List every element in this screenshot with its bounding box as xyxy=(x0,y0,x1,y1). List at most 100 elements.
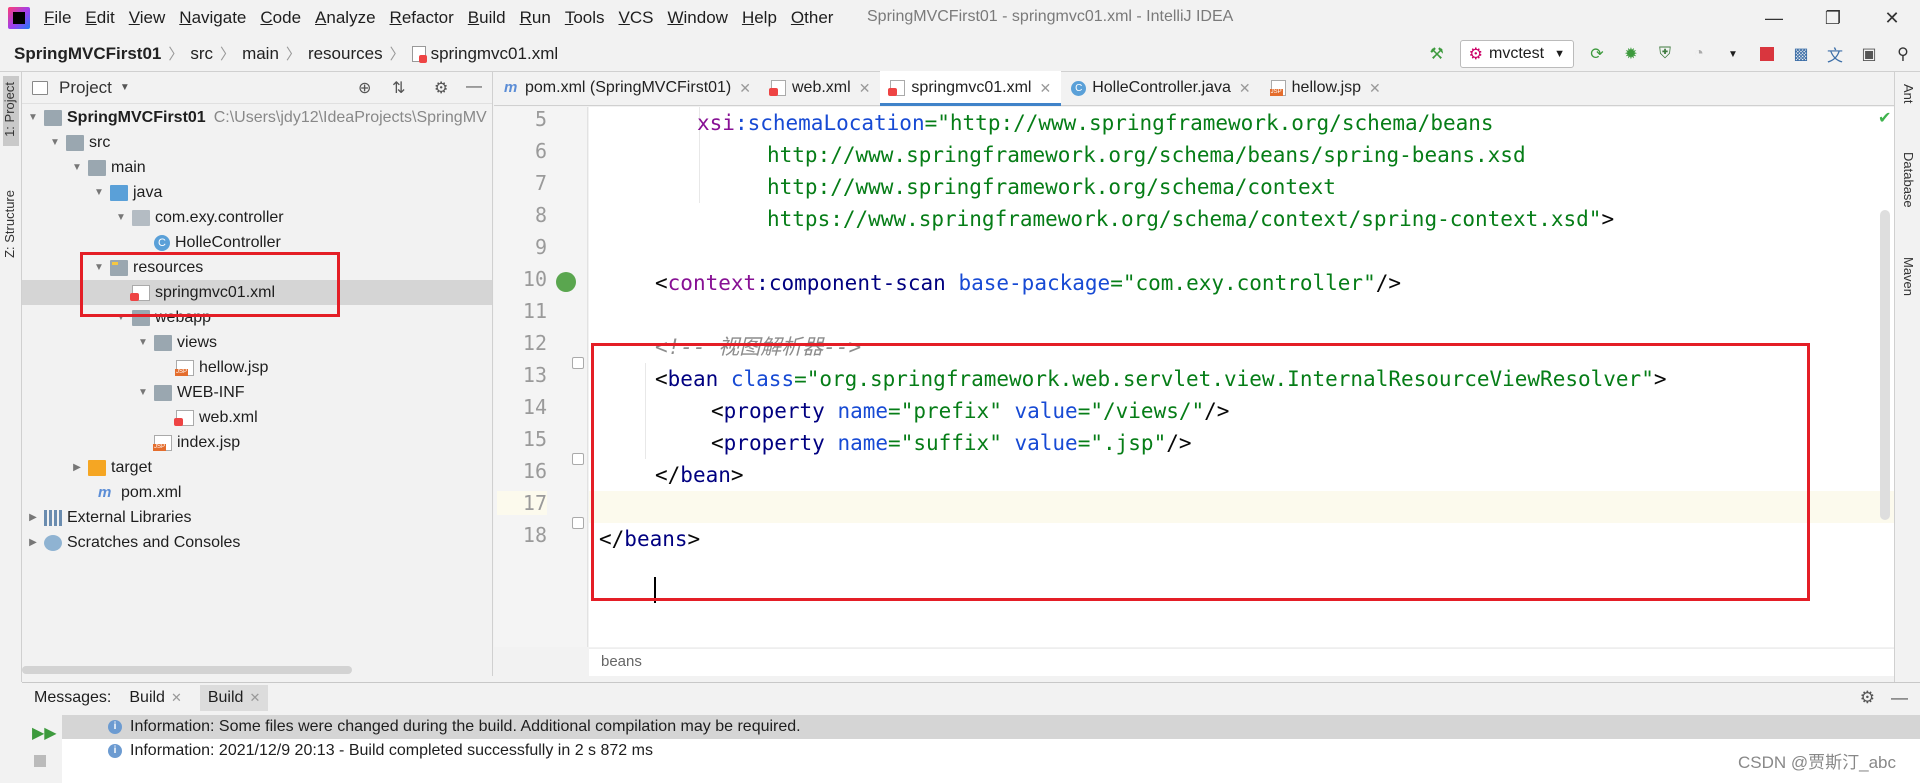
chevron-down-icon[interactable]: ▼ xyxy=(70,162,84,173)
inspection-ok-check-icon[interactable]: ✔ xyxy=(1878,108,1891,128)
tree-row-main[interactable]: ▼ main xyxy=(22,155,492,180)
chevron-down-icon[interactable]: ▼ xyxy=(120,82,130,93)
tree-row-project[interactable]: ▼ SpringMVCFirst01 C:\Users\jdy12\IdeaPr… xyxy=(22,105,492,130)
minimize-icon[interactable]: — xyxy=(1762,6,1786,30)
fold-marker-icon[interactable] xyxy=(572,517,584,529)
menu-window[interactable]: Window xyxy=(667,8,727,28)
spring-bean-gutter-icon[interactable] xyxy=(556,272,576,292)
run-configuration-select[interactable]: ⚙ mvctest ▼ xyxy=(1459,40,1574,68)
gear-icon[interactable]: ⚙ xyxy=(434,78,448,98)
tree-row-index-jsp[interactable]: index.jsp xyxy=(22,430,492,455)
chevron-down-icon[interactable]: ▼ xyxy=(136,387,150,398)
stop-icon[interactable] xyxy=(1756,43,1778,65)
translate-icon[interactable]: 文 xyxy=(1824,43,1846,65)
project-structure-icon[interactable]: ▩ xyxy=(1790,43,1812,65)
menu-build[interactable]: Build xyxy=(468,8,506,28)
tool-tab-ant[interactable]: Ant xyxy=(1901,84,1916,104)
tool-tab-database[interactable]: Database xyxy=(1901,152,1916,208)
menu-run[interactable]: Run xyxy=(520,8,551,28)
menu-code[interactable]: Code xyxy=(260,8,301,28)
editor-breadcrumb-footer[interactable]: beans xyxy=(589,648,1894,676)
fold-marker-icon[interactable] xyxy=(572,357,584,369)
debug-bug-icon[interactable]: ✹ xyxy=(1620,43,1642,65)
maximize-icon[interactable]: ❐ xyxy=(1821,6,1845,30)
tool-tab-structure[interactable]: Z: Structure xyxy=(2,190,17,258)
tree-row-java[interactable]: ▼ java xyxy=(22,180,492,205)
search-icon[interactable]: ⚲ xyxy=(1892,43,1914,65)
stop-icon[interactable] xyxy=(34,755,46,767)
close-icon[interactable]: ✕ xyxy=(1239,80,1251,97)
tree-row-target[interactable]: ▶ target xyxy=(22,455,492,480)
tree-row-scratches[interactable]: ▶ Scratches and Consoles xyxy=(22,530,492,555)
tree-row-external-libraries[interactable]: ▶ External Libraries xyxy=(22,505,492,530)
tree-row-web-xml[interactable]: web.xml xyxy=(22,405,492,430)
close-icon[interactable]: ✕ xyxy=(859,80,871,97)
chevron-down-icon[interactable]: ▼ xyxy=(136,337,150,348)
hide-panel-icon[interactable]: — xyxy=(466,78,482,96)
menu-vcs[interactable]: VCS xyxy=(619,8,654,28)
collapse-all-icon[interactable]: ⇅ xyxy=(392,78,405,98)
tree-row-pom-xml[interactable]: m pom.xml xyxy=(22,480,492,505)
chevron-down-icon[interactable]: ▼ xyxy=(114,212,128,223)
breadcrumb-file[interactable]: springmvc01.xml xyxy=(431,44,559,64)
breadcrumb-project[interactable]: SpringMVCFirst01 xyxy=(14,44,161,64)
hide-panel-icon[interactable]: — xyxy=(1891,688,1908,707)
rerun-icon[interactable]: ▶▶ xyxy=(32,723,57,743)
chevron-right-icon[interactable]: ▶ xyxy=(70,462,84,473)
tab-pom-xml[interactable]: m pom.xml (SpringMVCFirst01) ✕ xyxy=(494,71,761,105)
tool-tab-project[interactable]: 1: Project xyxy=(2,82,17,137)
close-icon[interactable]: ✕ xyxy=(249,690,260,706)
close-icon[interactable]: ✕ xyxy=(739,80,751,97)
chevron-right-icon[interactable]: ▶ xyxy=(26,512,40,523)
breadcrumb-main[interactable]: main xyxy=(242,44,279,64)
chevron-down-icon[interactable]: ▼ xyxy=(26,112,40,123)
menu-analyze[interactable]: Analyze xyxy=(315,8,375,28)
rerun-icon[interactable]: ⟳ xyxy=(1586,43,1608,65)
menu-help[interactable]: Help xyxy=(742,8,777,28)
close-icon[interactable]: ✕ xyxy=(1039,80,1051,97)
fold-marker-icon[interactable] xyxy=(572,453,584,465)
close-icon[interactable]: ✕ xyxy=(1369,80,1381,97)
coverage-icon[interactable]: ⛨ xyxy=(1654,43,1676,65)
menu-file[interactable]: File xyxy=(44,8,71,28)
close-icon[interactable]: ✕ xyxy=(171,690,182,706)
tree-row-views[interactable]: ▼ views xyxy=(22,330,492,355)
message-row[interactable]: i Information: 2021/12/9 20:13 - Build c… xyxy=(62,739,1920,763)
chevron-down-icon[interactable]: ▼ xyxy=(1722,43,1744,65)
tree-row-package[interactable]: ▼ com.exy.controller xyxy=(22,205,492,230)
editor-gutter[interactable]: 5 6 7 8 9 10 11 12 13 14 15 16 17 18 xyxy=(494,107,588,647)
breadcrumb-resources[interactable]: resources xyxy=(308,44,383,64)
tab-build-1[interactable]: Build ✕ xyxy=(129,689,181,707)
menu-refactor[interactable]: Refactor xyxy=(390,8,454,28)
tree-row-hellow-jsp[interactable]: hellow.jsp xyxy=(22,355,492,380)
project-panel-title[interactable]: Project xyxy=(59,78,112,98)
horizontal-scrollbar[interactable] xyxy=(22,666,352,674)
chevron-down-icon[interactable]: ▼ xyxy=(48,137,62,148)
menu-tools[interactable]: Tools xyxy=(565,8,605,28)
menu-navigate[interactable]: Navigate xyxy=(179,8,246,28)
vertical-scrollbar[interactable] xyxy=(1880,210,1890,520)
tab-hellow-jsp[interactable]: hellow.jsp ✕ xyxy=(1261,71,1391,105)
close-icon[interactable]: ✕ xyxy=(1880,6,1904,30)
tool-tab-maven[interactable]: Maven xyxy=(1901,257,1916,296)
tab-web-xml[interactable]: web.xml ✕ xyxy=(761,71,880,105)
menu-other[interactable]: Other xyxy=(791,8,834,28)
build-hammer-icon[interactable]: ⚒ xyxy=(1426,43,1448,65)
tab-springmvc01-xml[interactable]: springmvc01.xml ✕ xyxy=(880,71,1062,106)
tab-build-2[interactable]: Build ✕ xyxy=(199,685,269,711)
gear-icon[interactable]: ⚙ xyxy=(1860,688,1875,707)
tree-row-src[interactable]: ▼ src xyxy=(22,130,492,155)
message-row[interactable]: i Information: Some files were changed d… xyxy=(62,715,1920,739)
menu-view[interactable]: View xyxy=(129,8,166,28)
breadcrumb-src[interactable]: src xyxy=(190,44,213,64)
chevron-right-icon[interactable]: ▶ xyxy=(26,537,40,548)
profile-icon[interactable]: ◔ xyxy=(1688,43,1710,65)
menu-edit[interactable]: Edit xyxy=(85,8,114,28)
footer-breadcrumb-item[interactable]: beans xyxy=(601,653,642,670)
tab-hollecontroller-java[interactable]: C HolleController.java ✕ xyxy=(1061,71,1260,105)
locate-icon[interactable]: ⊕ xyxy=(358,78,371,98)
tree-row-web-inf[interactable]: ▼ WEB-INF xyxy=(22,380,492,405)
chevron-down-icon[interactable]: ▼ xyxy=(92,187,106,198)
presentation-icon[interactable]: ▣ xyxy=(1858,43,1880,65)
project-tree: ▼ SpringMVCFirst01 C:\Users\jdy12\IdeaPr… xyxy=(22,105,492,555)
